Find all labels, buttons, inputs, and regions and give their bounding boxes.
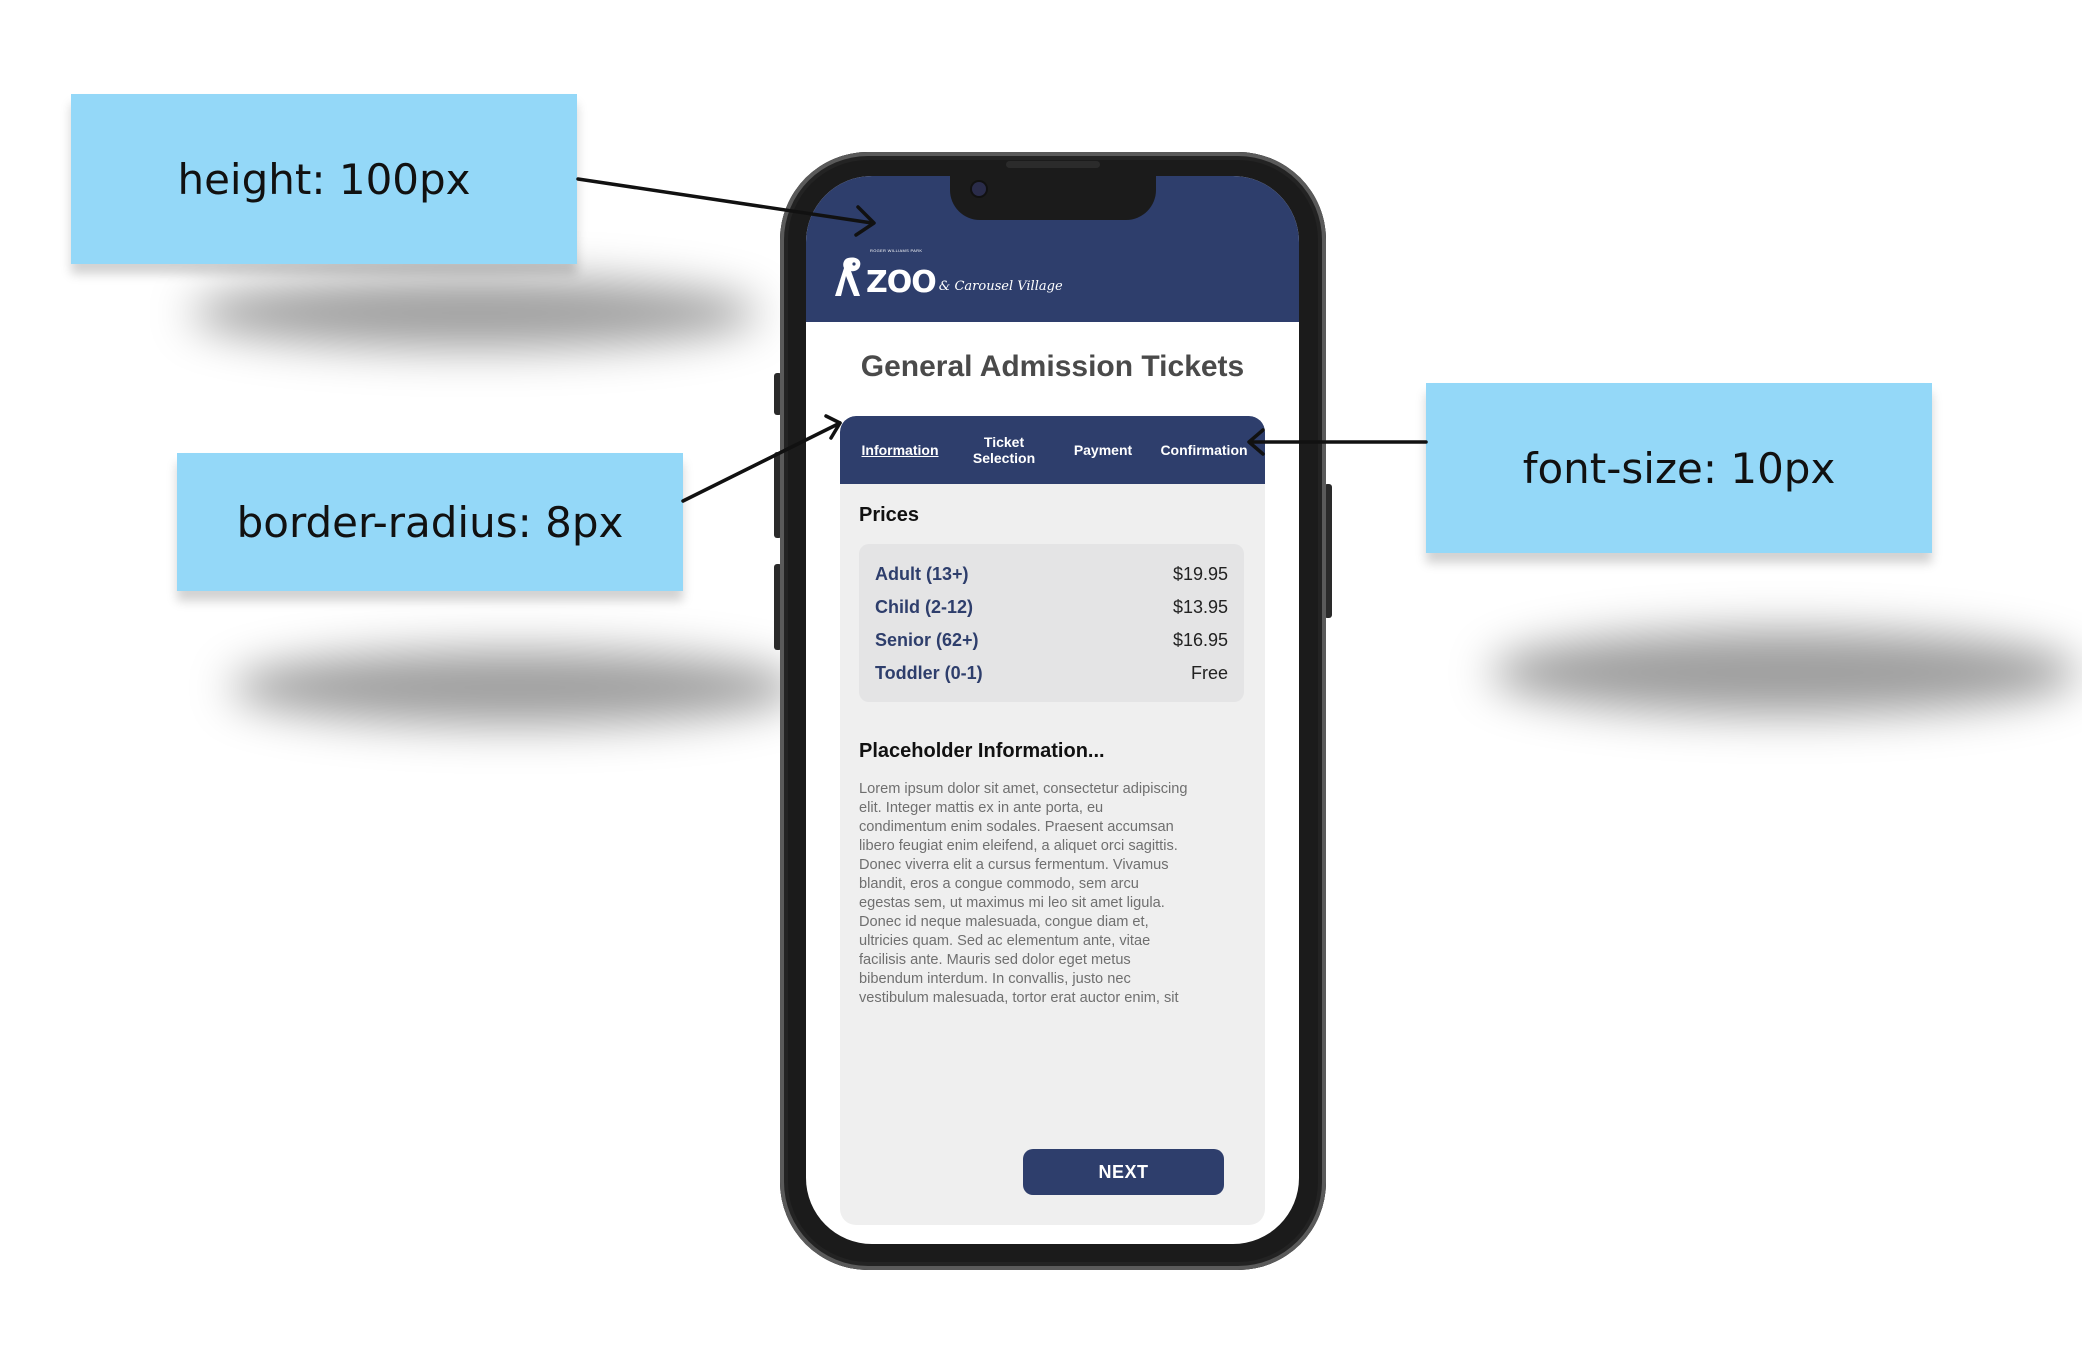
zoo-logo-icon bbox=[835, 257, 861, 296]
phone-speaker bbox=[1006, 161, 1100, 168]
price-label: Child (2-12) bbox=[875, 596, 974, 617]
info-heading: Placeholder Information... bbox=[859, 740, 1105, 762]
tab-payment[interactable]: Payment bbox=[1060, 416, 1146, 484]
price-value: $13.95 bbox=[1172, 596, 1228, 617]
price-label: Toddler (0-1) bbox=[875, 662, 983, 683]
prices-heading: Prices bbox=[859, 504, 920, 526]
price-row: Adult (13+) $19.95 bbox=[875, 562, 1228, 586]
annotation-font-note: font-size: 10px bbox=[1426, 383, 1932, 553]
ticket-card: Information Ticket Selection Payment Con… bbox=[840, 416, 1265, 1225]
front-camera-icon bbox=[972, 182, 986, 196]
price-row: Toddler (0-1) Free bbox=[875, 661, 1228, 685]
logo-subtitle: & Carousel Village bbox=[938, 279, 1063, 294]
note-shadow bbox=[190, 278, 760, 348]
price-row: Senior (62+) $16.95 bbox=[875, 628, 1228, 652]
price-value: $16.95 bbox=[1172, 629, 1228, 650]
annotation-font-text: font-size: 10px bbox=[1522, 443, 1836, 493]
price-value: Free bbox=[1190, 662, 1228, 683]
page-title: General Admission Tickets bbox=[860, 350, 1245, 383]
price-list: Adult (13+) $19.95 Child (2-12) $13.95 S… bbox=[859, 544, 1244, 702]
annotation-height-text: height: 100px bbox=[177, 154, 471, 204]
note-shadow bbox=[230, 650, 800, 725]
price-label: Senior (62+) bbox=[875, 629, 979, 650]
next-button[interactable]: NEXT bbox=[1023, 1149, 1224, 1195]
price-label: Adult (13+) bbox=[875, 563, 969, 584]
logo-tagline: ROGER WILLIAMS PARK bbox=[870, 248, 923, 253]
annotation-radius-note: border-radius: 8px bbox=[177, 453, 683, 591]
logo-wordmark: ZOO bbox=[866, 265, 937, 300]
zoo-logo[interactable]: ROGER WILLIAMS PARK ZOO & Carousel Villa… bbox=[834, 248, 1063, 298]
price-value: $19.95 bbox=[1172, 563, 1228, 584]
info-body: Lorem ipsum dolor sit amet, consectetur … bbox=[859, 781, 1188, 1006]
tab-ticket-selection[interactable]: Ticket Selection bbox=[956, 416, 1052, 484]
annotation-radius-text: border-radius: 8px bbox=[236, 497, 624, 547]
annotation-height-note: height: 100px bbox=[71, 94, 577, 264]
step-tabs: Information Ticket Selection Payment Con… bbox=[840, 416, 1265, 484]
tab-information[interactable]: Information bbox=[850, 416, 950, 484]
note-shadow bbox=[1490, 630, 2080, 715]
tab-confirmation[interactable]: Confirmation bbox=[1148, 416, 1260, 484]
phone-screen: ROGER WILLIAMS PARK ZOO & Carousel Villa… bbox=[806, 176, 1299, 1244]
price-row: Child (2-12) $13.95 bbox=[875, 595, 1228, 619]
